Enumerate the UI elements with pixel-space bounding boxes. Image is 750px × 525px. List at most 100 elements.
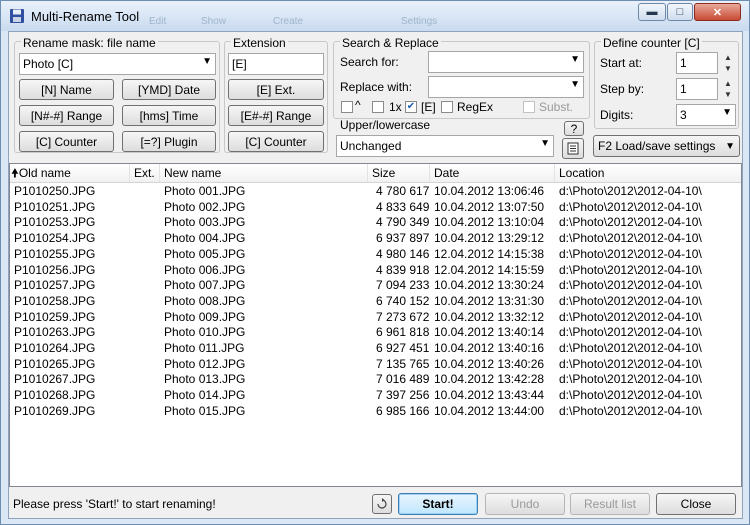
cell-new: Photo 011.JPG [164,341,245,355]
column-new-name[interactable]: New name [160,164,368,182]
table-row[interactable]: P1010251.JPG Photo 002.JPG 4 833 649 10.04.… [10,200,741,216]
minimize-button[interactable]: ▬ [638,3,666,21]
cell-date: 10.04.2012 13:32:12 [434,309,545,324]
substitute-checkbox[interactable] [523,101,535,113]
rename-mask-combo[interactable]: Photo [C] ▼ [19,53,216,75]
cell-loc: d:\Photo\2012\2012-04-10\ [559,309,702,324]
cell-loc: d:\Photo\2012\2012-04-10\ [559,184,702,198]
cell-old: P1010268.JPG [14,388,96,403]
table-row[interactable]: P1010268.JPG Photo 014.JPG 7 397 256 10.04.… [10,388,741,404]
table-row[interactable]: P1010257.JPG Photo 007.JPG 7 094 233 10.04.… [10,278,741,294]
cell-old: P1010258.JPG [14,293,96,308]
insert-ext-button[interactable]: [E] Ext. [228,79,324,100]
table-row[interactable]: P1010253.JPG Photo 003.JPG 4 790 349 10.04.… [10,215,741,231]
refresh-button[interactable] [372,494,392,514]
close-button[interactable]: Close [656,493,736,515]
cell-size: 6 927 451 [376,341,430,355]
regex-checkbox[interactable] [441,101,453,113]
rename-mask-value: Photo [C] [23,57,74,71]
insert-ext-range-button[interactable]: [E#-#] Range [228,105,324,126]
replace-once-label: 1x [389,100,402,114]
ghost-menu-item: Create [273,16,304,27]
insert-time-button[interactable]: [hms] Time [122,105,216,126]
cell-old: P1010265.JPG [14,356,96,371]
file-list[interactable]: 🠝Old name Ext. New name Size Date Locati… [9,163,742,487]
cell-size: 7 273 672 [376,309,430,324]
replace-with-combo[interactable]: ▼ [428,76,584,98]
column-size[interactable]: Size [368,164,430,182]
cell-size: 4 839 918 [376,262,430,277]
table-row[interactable]: P1010269.JPG Photo 015.JPG 6 985 166 10.04.… [10,404,741,420]
cell-new: Photo 003.JPG [164,215,246,230]
upper-lowercase-label: Upper/lowercase [340,118,431,132]
column-old-name[interactable]: 🠝Old name [10,164,130,182]
cell-new: Photo 012.JPG [164,356,246,371]
cell-size: 4 980 146 [376,246,430,261]
extension-input[interactable]: [E] [228,53,324,75]
table-row[interactable]: P1010256.JPG Photo 006.JPG 4 839 918 12.04.… [10,263,741,279]
cell-new: Photo 007.JPG [164,278,246,293]
search-for-combo[interactable]: ▼ [428,51,584,73]
cell-size: 6 937 897 [376,231,430,246]
close-window-button[interactable]: ✕ [694,3,741,21]
digits-combo[interactable]: 3 ▼ [676,104,736,126]
insert-counter-button[interactable]: [C] Counter [19,131,114,152]
search-for-label: Search for: [340,55,399,69]
table-row[interactable]: P1010263.JPG Photo 010.JPG 6 961 818 10.04.… [10,325,741,341]
table-row[interactable]: P1010254.JPG Photo 004.JPG 6 937 897 10.04.… [10,231,741,247]
step-by-input[interactable]: 1 [676,78,718,100]
cell-old: P1010267.JPG [14,372,96,387]
start-at-spinner[interactable]: ▲ ▼ [721,52,735,74]
chevron-down-icon: ▼ [540,138,550,149]
cell-loc: d:\Photo\2012\2012-04-10\ [559,356,702,371]
start-at-input[interactable]: 1 [676,52,718,74]
refresh-icon [377,498,387,509]
cell-new: Photo 006.JPG [164,262,246,277]
insert-plugin-button[interactable]: [=?] Plugin [122,131,216,152]
start-at-label: Start at: [600,56,643,70]
table-row[interactable]: P1010255.JPG Photo 005.JPG 4 980 146 12.04.… [10,247,741,263]
close-icon: ✕ [712,6,723,19]
chevron-down-icon: ▼ [722,107,732,118]
column-date[interactable]: Date [430,164,555,182]
spin-up-icon: ▲ [724,53,732,62]
insert-range-button[interactable]: [N#-#] Range [19,105,114,126]
cell-date: 10.04.2012 13:06:46 [434,184,545,198]
table-row[interactable]: P1010250.JPG Photo 001.JPG 4 780 617 10.04.… [10,184,741,200]
table-row[interactable]: P1010259.JPG Photo 009.JPG 7 273 672 10.04.… [10,310,741,326]
edit-names-button[interactable] [562,138,584,159]
checkmark-icon: ✔ [406,101,416,112]
include-extension-checkbox[interactable]: ✔ [405,101,417,113]
chevron-down-icon: ▼ [570,79,580,90]
cell-old: P1010263.JPG [14,325,96,340]
sort-arrow-up-icon: 🠝 [11,166,19,180]
spin-down-icon: ▼ [724,64,732,73]
table-row[interactable]: P1010265.JPG Photo 012.JPG 7 135 765 10.04.… [10,357,741,373]
step-by-spinner[interactable]: ▲ ▼ [721,78,735,100]
cell-date: 12.04.2012 14:15:38 [434,246,545,261]
undo-button[interactable]: Undo [485,493,565,515]
cell-date: 10.04.2012 13:40:14 [434,325,545,340]
load-save-settings-button[interactable]: F2 Load/save settings ▼ [593,135,740,157]
cell-loc: d:\Photo\2012\2012-04-10\ [559,341,702,355]
table-row[interactable]: P1010264.JPG Photo 011.JPG 6 927 451 10.04.… [10,341,741,357]
case-combo[interactable]: Unchanged ▼ [336,135,554,157]
column-location[interactable]: Location [555,164,741,182]
result-list-button[interactable]: Result list [570,493,650,515]
start-button[interactable]: Start! [398,493,478,515]
column-ext[interactable]: Ext. [130,164,160,182]
notepad-icon [567,142,579,155]
table-row[interactable]: P1010258.JPG Photo 008.JPG 6 740 152 10.04.… [10,294,741,310]
replace-once-checkbox[interactable] [372,101,384,113]
cell-size: 6 740 152 [376,293,430,308]
help-button[interactable]: ? [564,121,584,136]
insert-ext-counter-button[interactable]: [C] Counter [228,131,324,152]
cell-size: 7 094 233 [376,278,430,293]
table-row[interactable]: P1010267.JPG Photo 013.JPG 7 016 489 10.04.… [10,372,741,388]
insert-date-button[interactable]: [YMD] Date [122,79,216,100]
insert-name-button[interactable]: [N] Name [19,79,114,100]
cell-old: P1010269.JPG [14,403,96,418]
maximize-button[interactable]: □ [667,3,693,21]
case-sensitive-checkbox[interactable] [341,101,353,113]
cell-new: Photo 013.JPG [164,372,246,387]
